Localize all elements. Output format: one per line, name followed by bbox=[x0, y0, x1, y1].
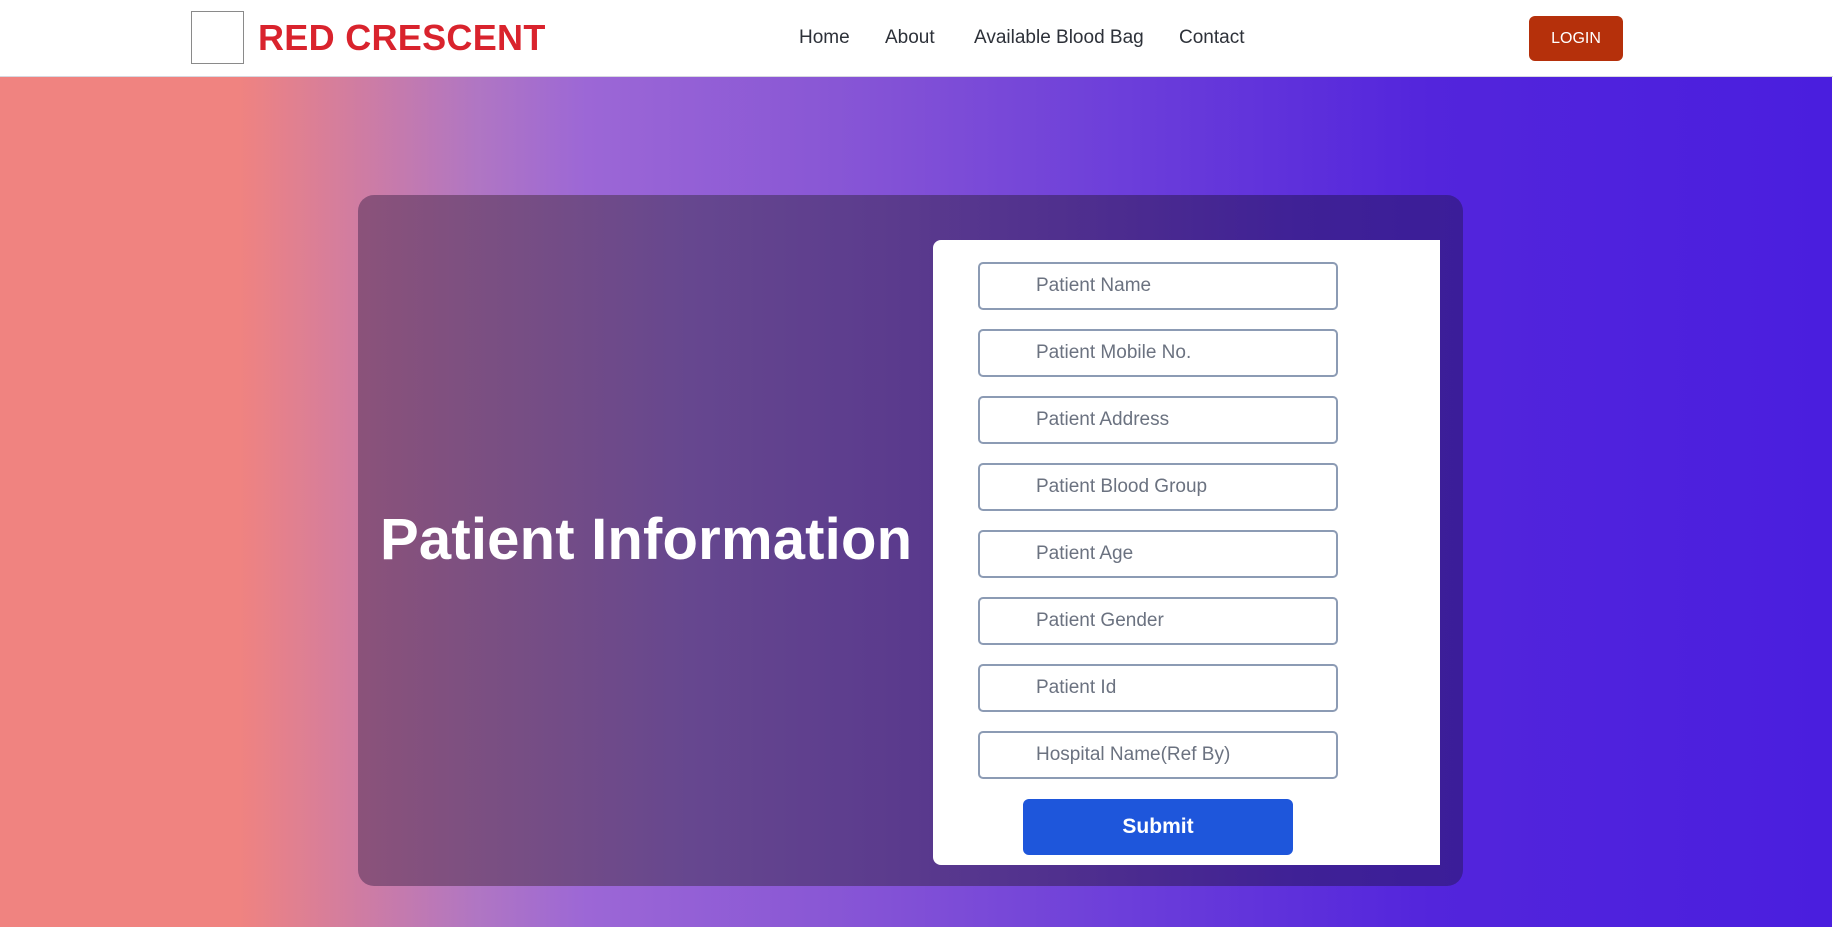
brand-name[interactable]: RED CRESCENT bbox=[258, 17, 546, 59]
crescent-icon bbox=[204, 20, 222, 56]
patient-id-field[interactable] bbox=[978, 664, 1338, 712]
navbar: RED CRESCENT Home About Available Blood … bbox=[0, 0, 1833, 77]
submit-button[interactable]: Submit bbox=[1023, 799, 1293, 855]
hospital-name-field[interactable] bbox=[978, 731, 1338, 779]
nav-about[interactable]: About bbox=[885, 26, 935, 50]
patient-gender-field[interactable] bbox=[978, 597, 1338, 645]
patient-blood-group-field[interactable] bbox=[978, 463, 1338, 511]
patient-address-field[interactable] bbox=[978, 396, 1338, 444]
patient-age-field[interactable] bbox=[978, 530, 1338, 578]
patient-name-field[interactable] bbox=[978, 262, 1338, 310]
patient-mobile-field[interactable] bbox=[978, 329, 1338, 377]
nav-available-blood-bag[interactable]: Available Blood Bag bbox=[974, 26, 1144, 50]
page-title: Patient Information bbox=[380, 507, 913, 572]
login-button[interactable]: LOGIN bbox=[1529, 16, 1623, 61]
logo[interactable] bbox=[191, 11, 244, 64]
nav-home[interactable]: Home bbox=[799, 26, 850, 50]
nav-contact[interactable]: Contact bbox=[1179, 26, 1244, 50]
